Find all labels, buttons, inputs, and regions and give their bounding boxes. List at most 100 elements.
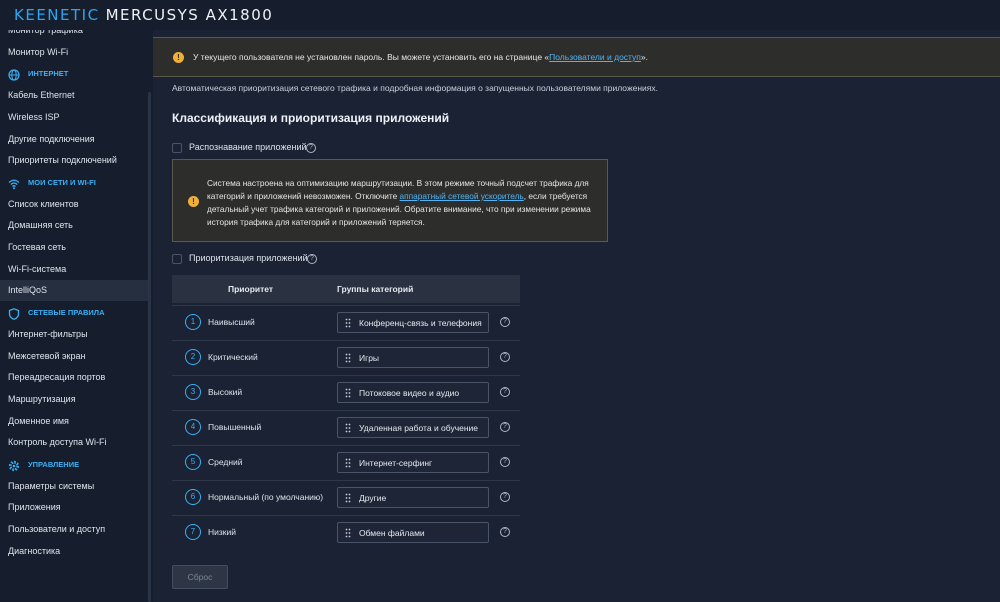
warning-icon: ! bbox=[173, 52, 184, 63]
sidebar-item-17[interactable]: Маршрутизация bbox=[0, 389, 148, 410]
category-group-chip[interactable]: Обмен файлами bbox=[337, 522, 489, 543]
hw-accelerator-link[interactable]: аппаратный сетевой ускоритель bbox=[400, 191, 524, 201]
help-icon[interactable]: ? bbox=[500, 457, 510, 467]
drag-handle-icon[interactable] bbox=[345, 528, 351, 538]
category-group-chip[interactable]: Интернет-серфинг bbox=[337, 452, 489, 473]
help-icon[interactable]: ? bbox=[500, 317, 510, 327]
sidebar-item-9[interactable]: Домашняя сеть bbox=[0, 215, 148, 236]
priority-label: Нормальный (по умолчанию) bbox=[208, 492, 324, 502]
row-divider bbox=[172, 515, 520, 516]
priority-number: 3 bbox=[185, 384, 201, 400]
drag-handle-icon[interactable] bbox=[345, 458, 351, 468]
page-description: Автоматическая приоритизация сетевого тр… bbox=[172, 83, 659, 93]
row-divider bbox=[172, 445, 520, 446]
routing-note-box: ! Система настроена на оптимизацию маршр… bbox=[172, 159, 608, 242]
priority-label: Низкий bbox=[208, 527, 236, 537]
drag-handle-icon[interactable] bbox=[345, 388, 351, 398]
category-group-label: Потоковое видео и аудио bbox=[359, 388, 460, 398]
shield-icon bbox=[8, 307, 20, 321]
users-access-link[interactable]: Пользователи и доступ bbox=[549, 52, 641, 62]
info-warning-icon: ! bbox=[188, 196, 199, 207]
sidebar-item-19[interactable]: Контроль доступа Wi-Fi bbox=[0, 432, 148, 453]
sidebar-item-3[interactable]: Кабель Ethernet bbox=[0, 85, 148, 106]
category-group-label: Интернет-серфинг bbox=[359, 458, 433, 468]
app-recognition-checkbox[interactable] bbox=[172, 143, 182, 153]
category-group-chip[interactable]: Конференц-связь и телефония bbox=[337, 312, 489, 333]
app-recognition-row: Распознавание приложений ? bbox=[172, 141, 332, 155]
sidebar-item-18[interactable]: Доменное имя bbox=[0, 411, 148, 432]
sidebar-item-8[interactable]: Список клиентов bbox=[0, 194, 148, 215]
drag-handle-icon[interactable] bbox=[345, 318, 351, 328]
priority-number: 2 bbox=[185, 349, 201, 365]
help-icon[interactable]: ? bbox=[306, 143, 316, 153]
row-divider bbox=[172, 375, 520, 376]
row-divider bbox=[172, 480, 520, 481]
category-group-label: Игры bbox=[359, 353, 380, 363]
app-priority-label[interactable]: Приоритизация приложений bbox=[189, 253, 308, 263]
sidebar: Монитор трафика Монитор Wi-Fi ИНТЕРНЕТ Кабе… bbox=[0, 30, 153, 602]
category-group-label: Конференц-связь и телефония bbox=[359, 318, 482, 328]
sidebar-item-24[interactable]: Диагностика bbox=[0, 541, 148, 562]
priority-table-header: Приоритет Группы категорий bbox=[172, 275, 520, 303]
sidebar-item-0[interactable]: Монитор трафика bbox=[0, 30, 148, 41]
reset-button[interactable]: Сброс bbox=[172, 565, 228, 589]
drag-handle-icon[interactable] bbox=[345, 493, 351, 503]
priority-row: 7 Низкий Обмен файлами? bbox=[172, 515, 520, 550]
password-warning-banner: ! У текущего пользователя не установлен … bbox=[153, 37, 1000, 77]
col-groups-header: Группы категорий bbox=[337, 284, 414, 294]
sidebar-item-14[interactable]: Интернет-фильтры bbox=[0, 324, 148, 345]
wifi-icon bbox=[8, 177, 20, 190]
globe-icon bbox=[8, 68, 20, 81]
help-icon[interactable]: ? bbox=[500, 387, 510, 397]
category-group-chip[interactable]: Потоковое видео и аудио bbox=[337, 382, 489, 403]
priority-row: 6 Нормальный (по умолчанию) Другие? bbox=[172, 480, 520, 515]
priority-number: 1 bbox=[185, 314, 201, 330]
sidebar-item-15[interactable]: Межсетевой экран bbox=[0, 346, 148, 367]
sidebar-section-label: МОИ СЕТИ И WI-FI bbox=[28, 177, 96, 187]
sidebar-item-23[interactable]: Пользователи и доступ bbox=[0, 519, 148, 540]
sidebar-item-5[interactable]: Другие подключения bbox=[0, 129, 148, 150]
sidebar-scrollbar[interactable] bbox=[148, 92, 151, 602]
app-priority-checkbox[interactable] bbox=[172, 254, 182, 264]
priority-row: 4 Повышенный Удаленная работа и обучение? bbox=[172, 410, 520, 445]
sidebar-section-20: УПРАВЛЕНИЕ bbox=[0, 454, 148, 475]
priority-label: Наивысший bbox=[208, 317, 255, 327]
help-icon[interactable]: ? bbox=[500, 352, 510, 362]
help-icon[interactable]: ? bbox=[307, 254, 317, 264]
priority-label: Критический bbox=[208, 352, 258, 362]
category-group-chip[interactable]: Удаленная работа и обучение bbox=[337, 417, 489, 438]
priority-number: 5 bbox=[185, 454, 201, 470]
category-group-label: Удаленная работа и обучение bbox=[359, 423, 479, 433]
sidebar-item-4[interactable]: Wireless ISP bbox=[0, 107, 148, 128]
sidebar-item-12[interactable]: IntelliQoS bbox=[0, 280, 148, 302]
routing-note-text: Система настроена на оптимизацию маршрут… bbox=[207, 178, 591, 227]
sidebar-item-22[interactable]: Приложения bbox=[0, 497, 148, 518]
priority-label: Повышенный bbox=[208, 422, 262, 432]
category-group-chip[interactable]: Другие bbox=[337, 487, 489, 508]
sidebar-section-label: ИНТЕРНЕТ bbox=[28, 69, 69, 79]
sidebar-item-10[interactable]: Гостевая сеть bbox=[0, 237, 148, 258]
sidebar-item-21[interactable]: Параметры системы bbox=[0, 476, 148, 497]
app-recognition-label[interactable]: Распознавание приложений bbox=[189, 142, 307, 152]
device-model: MERCUSYS AX1800 bbox=[105, 6, 274, 24]
brand-logo[interactable]: KEENETIC MERCUSYS AX1800 bbox=[14, 6, 273, 24]
category-group-chip[interactable]: Игры bbox=[337, 347, 489, 368]
priority-number: 4 bbox=[185, 419, 201, 435]
priority-row: 5 Средний Интернет-серфинг? bbox=[172, 445, 520, 480]
sidebar-item-16[interactable]: Переадресация портов bbox=[0, 367, 148, 388]
sidebar-section-label: СЕТЕВЫЕ ПРАВИЛА bbox=[28, 308, 105, 318]
help-icon[interactable]: ? bbox=[500, 527, 510, 537]
priority-label: Высокий bbox=[208, 387, 243, 397]
sidebar-item-6[interactable]: Приоритеты подключений bbox=[0, 150, 148, 171]
priority-row: 2 Критический Игры? bbox=[172, 340, 520, 375]
drag-handle-icon[interactable] bbox=[345, 423, 351, 433]
help-icon[interactable]: ? bbox=[500, 492, 510, 502]
sidebar-item-1[interactable]: Монитор Wi-Fi bbox=[0, 42, 148, 63]
priority-row: 3 Высокий Потоковое видео и аудио? bbox=[172, 375, 520, 410]
drag-handle-icon[interactable] bbox=[345, 353, 351, 363]
sidebar-item-11[interactable]: Wi-Fi-система bbox=[0, 259, 148, 280]
row-divider bbox=[172, 410, 520, 411]
help-icon[interactable]: ? bbox=[500, 422, 510, 432]
main-content: ! У текущего пользователя не установлен … bbox=[153, 30, 1000, 602]
password-warning-text: У текущего пользователя не установлен па… bbox=[193, 52, 648, 62]
